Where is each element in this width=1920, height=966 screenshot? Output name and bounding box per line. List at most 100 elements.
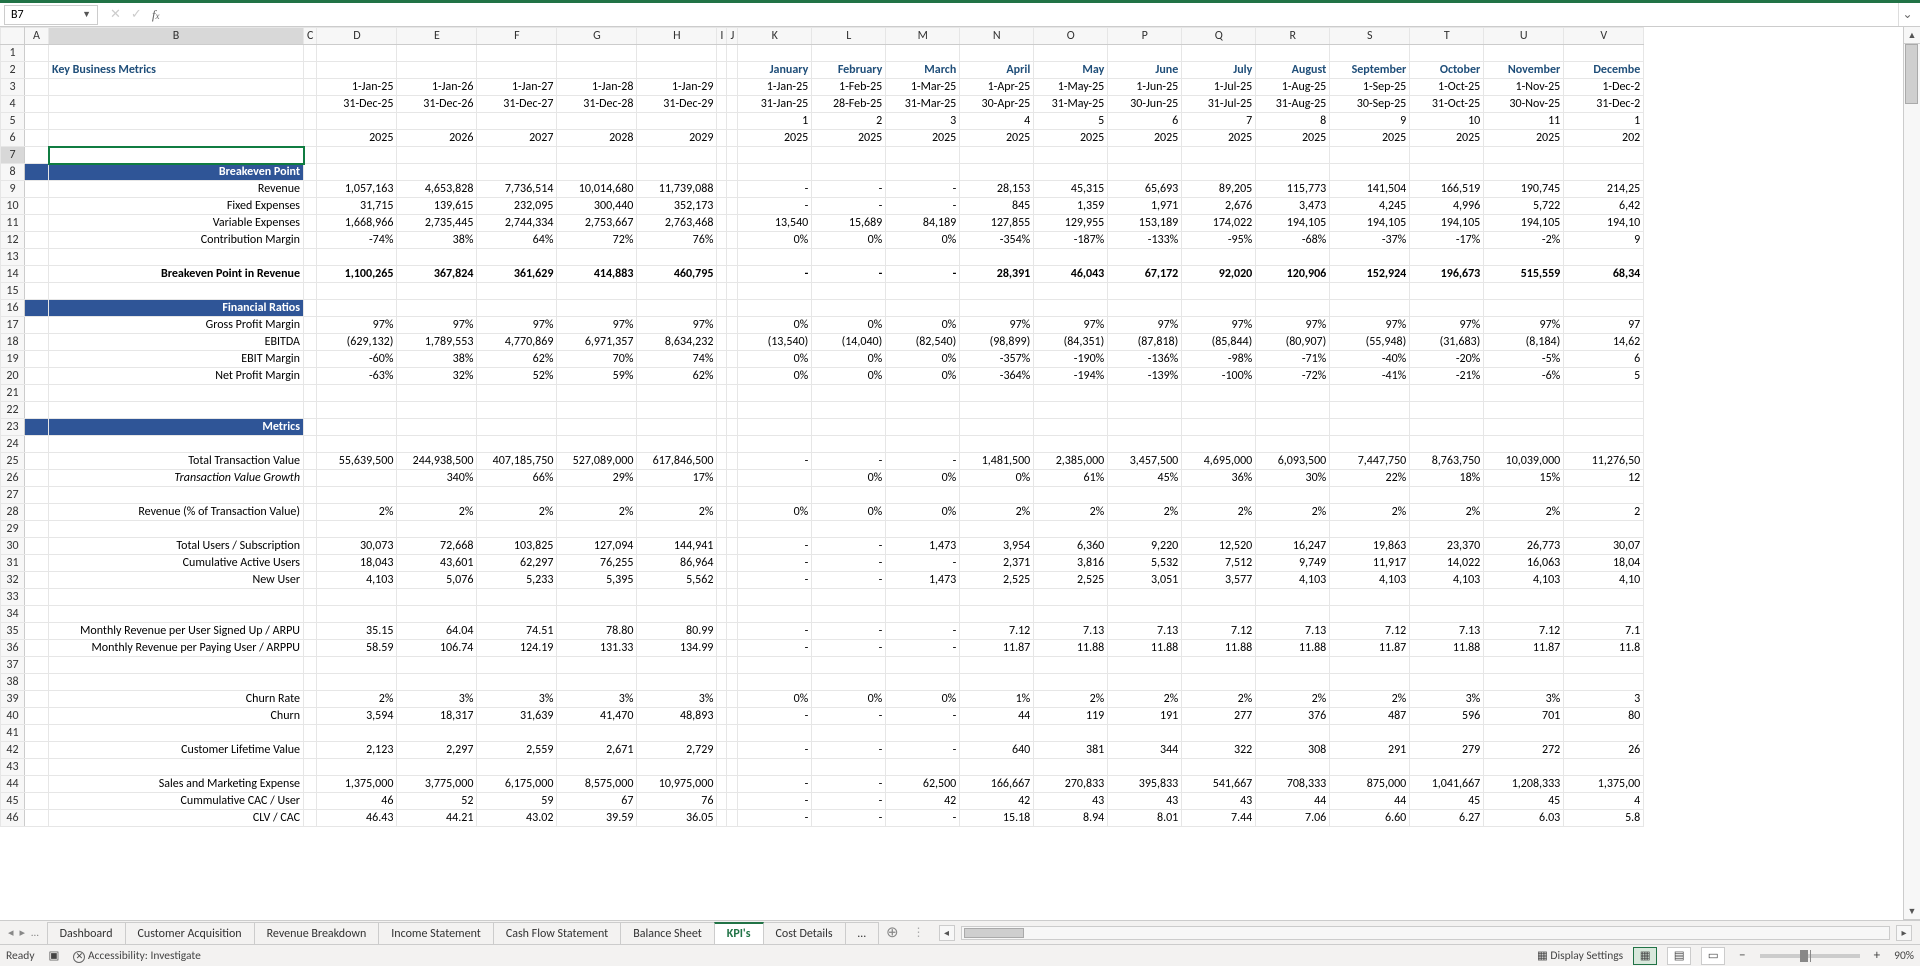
cell-Q28[interactable]: 2% [1182,504,1256,521]
cell-H13[interactable] [637,249,717,266]
cell-N11[interactable]: 127,855 [960,215,1034,232]
row-header-26[interactable]: 26 [1,470,25,487]
cell-O43[interactable] [1034,759,1108,776]
row-header-33[interactable]: 33 [1,589,25,606]
cell-E28[interactable]: 2% [397,504,477,521]
cell-P36[interactable]: 11.88 [1108,640,1182,657]
cell-F7[interactable] [477,147,557,164]
col-header-R[interactable]: R [1256,28,1330,45]
cell-K46[interactable]: - [738,810,812,827]
cell-P29[interactable] [1108,521,1182,538]
cell-E44[interactable]: 3,775,000 [397,776,477,793]
cell-U1[interactable] [1484,45,1564,62]
cell-A35[interactable] [25,623,49,640]
cell-M44[interactable]: 62,500 [886,776,960,793]
cell-G15[interactable] [557,283,637,300]
cell-H32[interactable]: 5,562 [637,572,717,589]
cell-V15[interactable] [1564,283,1644,300]
hscroll-right-icon[interactable]: ▸ [1896,925,1912,941]
cell-H14[interactable]: 460,795 [637,266,717,283]
row-header-22[interactable]: 22 [1,402,25,419]
cell-K38[interactable] [738,674,812,691]
cell-B17[interactable]: Gross Profit Margin [49,317,304,334]
cell-T22[interactable] [1410,402,1484,419]
cell-J9[interactable] [727,181,738,198]
cell-D26[interactable] [317,470,397,487]
cell-H35[interactable]: 80.99 [637,623,717,640]
cell-G36[interactable]: 131.33 [557,640,637,657]
cell-K22[interactable] [738,402,812,419]
col-header-F[interactable]: F [477,28,557,45]
cell-V9[interactable]: 214,25 [1564,181,1644,198]
cell-L14[interactable]: - [812,266,886,283]
cell-M17[interactable]: 0% [886,317,960,334]
cell-Q40[interactable]: 277 [1182,708,1256,725]
cell-C32[interactable] [304,572,317,589]
cell-I28[interactable] [717,504,727,521]
cell-P12[interactable]: -133% [1108,232,1182,249]
cell-C7[interactable] [304,147,317,164]
cell-C24[interactable] [304,436,317,453]
cell-S38[interactable] [1330,674,1410,691]
zoom-slider[interactable] [1760,954,1860,958]
cell-I5[interactable] [717,113,727,130]
col-header-U[interactable]: U [1484,28,1564,45]
cell-K28[interactable]: 0% [738,504,812,521]
cell-R21[interactable] [1256,385,1330,402]
cell-A31[interactable] [25,555,49,572]
cell-J32[interactable] [727,572,738,589]
cell-L10[interactable]: - [812,198,886,215]
cell-T46[interactable]: 6.27 [1410,810,1484,827]
cell-M31[interactable]: - [886,555,960,572]
cell-C17[interactable] [304,317,317,334]
cell-T1[interactable] [1410,45,1484,62]
cell-B8[interactable]: Breakeven Point [49,164,304,181]
cell-F37[interactable] [477,657,557,674]
cell-I30[interactable] [717,538,727,555]
cell-K10[interactable]: - [738,198,812,215]
cell-K21[interactable] [738,385,812,402]
cell-S27[interactable] [1330,487,1410,504]
cell-H36[interactable]: 134.99 [637,640,717,657]
cell-O8[interactable] [1034,164,1108,181]
scroll-up-icon[interactable]: ▲ [1904,27,1920,44]
cell-S40[interactable]: 487 [1330,708,1410,725]
cell-D34[interactable] [317,606,397,623]
cell-K23[interactable] [738,419,812,436]
cell-O19[interactable]: -190% [1034,351,1108,368]
row-header-5[interactable]: 5 [1,113,25,130]
cell-B7[interactable] [49,147,304,164]
cell-I40[interactable] [717,708,727,725]
cell-B39[interactable]: Churn Rate [49,691,304,708]
cell-I41[interactable] [717,725,727,742]
sheet-tab-dashboard[interactable]: Dashboard [47,922,126,944]
cell-R7[interactable] [1256,147,1330,164]
cell-G12[interactable]: 72% [557,232,637,249]
cell-O15[interactable] [1034,283,1108,300]
cell-T16[interactable] [1410,300,1484,317]
cell-C44[interactable] [304,776,317,793]
cell-J6[interactable] [727,130,738,147]
cell-C23[interactable] [304,419,317,436]
cell-K11[interactable]: 13,540 [738,215,812,232]
cell-G39[interactable]: 3% [557,691,637,708]
cell-G16[interactable] [557,300,637,317]
cell-N30[interactable]: 3,954 [960,538,1034,555]
cell-C9[interactable] [304,181,317,198]
cell-S10[interactable]: 4,245 [1330,198,1410,215]
cell-P32[interactable]: 3,051 [1108,572,1182,589]
cell-O29[interactable] [1034,521,1108,538]
cell-S1[interactable] [1330,45,1410,62]
cell-B45[interactable]: Cummulative CAC / User [49,793,304,810]
row-header-29[interactable]: 29 [1,521,25,538]
cell-S8[interactable] [1330,164,1410,181]
cell-G29[interactable] [557,521,637,538]
cell-C25[interactable] [304,453,317,470]
cell-G44[interactable]: 8,575,000 [557,776,637,793]
cell-D30[interactable]: 30,073 [317,538,397,555]
sheet-tab-cash-flow-statement[interactable]: Cash Flow Statement [493,922,621,944]
cell-K15[interactable] [738,283,812,300]
cell-C35[interactable] [304,623,317,640]
cell-L6[interactable]: 2025 [812,130,886,147]
cell-V18[interactable]: 14,62 [1564,334,1644,351]
